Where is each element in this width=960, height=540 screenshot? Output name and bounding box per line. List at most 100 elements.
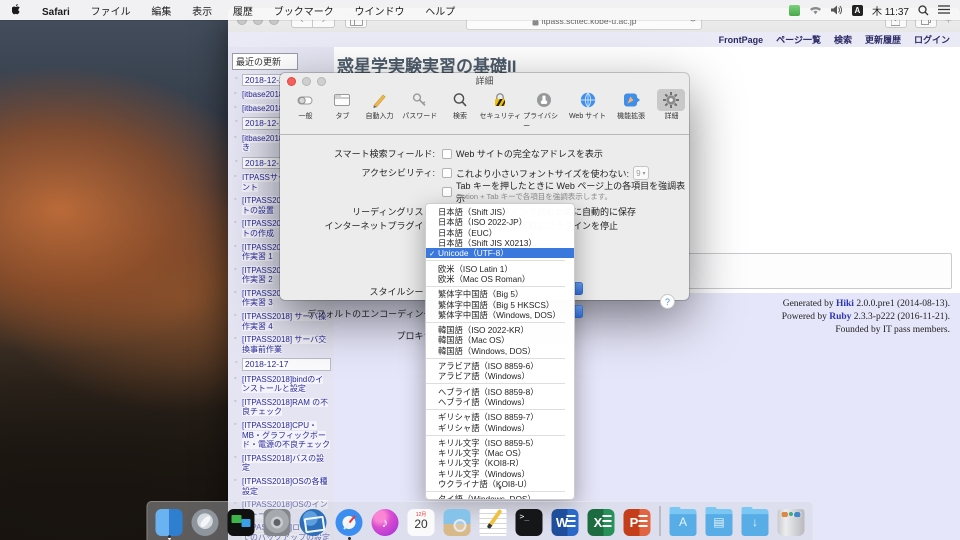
sidebar-entry[interactable]: [ITPASS2018]OSの各種設定 — [242, 477, 331, 496]
encoding-popup-menu: 日本語（Shift JIS） 日本語（ISO 2022-JP） 日本語（EUC）… — [425, 203, 575, 500]
menu-bar-item[interactable]: 表示 — [183, 7, 221, 18]
footer-link[interactable]: Ruby — [829, 312, 851, 322]
itunes-icon[interactable]: ♪ — [372, 509, 399, 536]
dialog-zoom-button[interactable] — [317, 77, 326, 86]
stylesheet-label: スタイルシート: — [280, 285, 435, 298]
preview-icon[interactable] — [444, 509, 471, 536]
menu-bar-item[interactable]: ウインドウ — [345, 7, 413, 18]
thunderbird-icon[interactable] — [300, 509, 327, 536]
encoding-option[interactable]: タイ語（Windows, DOS） — [426, 494, 574, 500]
tab-websites[interactable]: Web サイト — [567, 89, 609, 121]
tab-tabs[interactable]: タブ — [325, 89, 360, 121]
dock-separator[interactable] — [660, 506, 661, 536]
encoding-option[interactable]: 欧米（Mac OS Roman） — [426, 274, 574, 284]
menu-bar-item[interactable]: ヘルプ — [416, 7, 464, 18]
encoding-option[interactable]: ギリシャ語（Windows） — [426, 422, 574, 432]
dock: ♪ 12月 20 >_ W — [147, 501, 814, 540]
powerpoint-icon[interactable]: P — [624, 509, 651, 536]
tabs-icon — [328, 89, 356, 111]
system-preferences-icon[interactable] — [264, 509, 291, 536]
sidebar-title: 最近の更新 — [232, 53, 298, 70]
tiles-app-icon[interactable] — [228, 509, 255, 536]
documents-folder-icon[interactable]: ▤ — [706, 509, 733, 536]
footer-link[interactable]: Hiki — [836, 299, 854, 309]
sidebar-entry[interactable]: [ITPASS2018]bindのインストールと設定 — [242, 375, 331, 394]
encoding-option[interactable]: 繁体字中国語（Windows, DOS） — [426, 310, 574, 320]
applications-folder-icon[interactable]: A — [670, 509, 697, 536]
encoding-option[interactable]: ✓ Unicode（UTF-8） — [426, 248, 574, 258]
advanced-gear-icon — [657, 89, 685, 111]
wiki-nav-link[interactable]: ログイン — [914, 33, 950, 46]
security-lock-icon — [486, 89, 514, 111]
chevron-down-icon: ▾ — [643, 170, 646, 177]
general-icon — [291, 89, 319, 111]
stylesheet-popup-cap[interactable] — [575, 282, 583, 295]
globe-icon — [574, 89, 602, 111]
status-app-icon[interactable] — [789, 5, 800, 16]
menu-bar-item[interactable]: 編集 — [142, 7, 180, 18]
proxy-label: プロキシ: — [280, 329, 435, 342]
menu-bar-item[interactable]: ファイル — [82, 7, 140, 18]
notification-center-icon[interactable] — [938, 5, 950, 15]
menu-bar-item[interactable]: ブックマーク — [265, 7, 343, 18]
dialog-minimize-button[interactable] — [302, 77, 311, 86]
autofill-pencil-icon — [365, 89, 393, 111]
search-icon — [446, 89, 474, 111]
calendar-icon[interactable]: 12月 20 — [408, 509, 435, 536]
min-font-size-checkbox[interactable] — [442, 168, 452, 178]
tab-advanced[interactable]: 詳細 — [654, 89, 689, 121]
wifi-icon[interactable] — [809, 5, 822, 15]
sidebar-entry[interactable]: [ITPASS2018]バスの設定 — [242, 454, 331, 473]
wiki-nav-link[interactable]: FrontPage — [719, 35, 764, 45]
help-button[interactable]: ? — [660, 294, 675, 309]
textedit-icon[interactable] — [480, 509, 507, 536]
smart-search-label: スマート検索フィールド: — [280, 147, 435, 160]
encoding-option[interactable]: 韓国語（Windows, DOS） — [426, 346, 574, 356]
wiki-nav-link[interactable]: 更新履歴 — [865, 33, 901, 46]
finder-icon[interactable] — [156, 509, 183, 536]
launchpad-icon[interactable] — [192, 509, 219, 536]
excel-icon[interactable]: X — [588, 509, 615, 536]
menu-bar-item[interactable]: 履歴 — [224, 7, 262, 18]
sidebar-entry[interactable]: 2018-12-17 — [242, 358, 331, 370]
menu-bar: Safari ファイル 編集 表示 履歴 ブックマーク ウインドウ ヘルプ A … — [0, 0, 960, 20]
font-size-select[interactable]: 9▾ — [633, 166, 648, 180]
dialog-close-button[interactable] — [287, 77, 296, 86]
downloads-folder-icon[interactable]: ↓ — [742, 509, 769, 536]
spotlight-icon[interactable] — [918, 5, 929, 16]
default-encoding-label: デフォルトのエンコーディング: — [280, 307, 435, 320]
menu-bar-item[interactable]: Safari — [33, 7, 79, 18]
tab-passwords[interactable]: パスワード — [399, 89, 441, 121]
terminal-icon[interactable]: >_ — [516, 509, 543, 536]
privacy-icon — [530, 89, 558, 111]
safari-dock-icon[interactable] — [336, 509, 363, 536]
tab-autofill[interactable]: 自動入力 — [362, 89, 397, 121]
encoding-option[interactable]: アラビア語（Windows） — [426, 371, 574, 381]
sidebar-entry[interactable]: [ITPASS2018]RAM の不良チェック — [242, 398, 331, 417]
encoding-option[interactable]: ヘブライ語（Windows） — [426, 397, 574, 407]
volume-icon[interactable] — [831, 5, 843, 15]
reading-list-label: リーディングリスト: — [280, 205, 435, 218]
tab-search[interactable]: 検索 — [443, 89, 478, 121]
dialog-title: 詳細 — [475, 74, 493, 87]
wiki-nav-link[interactable]: 検索 — [834, 33, 852, 46]
trash-icon[interactable] — [778, 509, 805, 536]
apple-menu-icon[interactable] — [12, 4, 23, 17]
input-source-icon[interactable]: A — [852, 5, 863, 16]
accessibility-label: アクセシビリティ: — [280, 166, 435, 179]
tab-general[interactable]: 一般 — [288, 89, 323, 121]
wiki-nav-link[interactable]: ページ一覧 — [776, 33, 821, 46]
extensions-icon — [617, 89, 645, 111]
tab-extensions[interactable]: 機能拡張 — [610, 89, 652, 121]
sidebar-entry[interactable]: [ITPASS2018]CPU・MB・グラフィックボード・電源の不良チェック — [242, 421, 331, 450]
show-full-address-checkbox[interactable] — [442, 149, 452, 159]
tab-security[interactable]: セキュリティ — [480, 89, 522, 121]
key-icon — [406, 89, 434, 111]
menu-scroll-down-arrow[interactable]: ▼ — [425, 486, 575, 492]
menu-bar-clock[interactable]: 木 11:37 — [872, 3, 909, 18]
accessibility-note: Option + Tab キーで各項目を強調表示します。 — [456, 191, 612, 202]
tab-privacy[interactable]: プライバシー — [523, 89, 565, 131]
encoding-popup-cap[interactable] — [575, 305, 583, 318]
wiki-header-nav: FrontPage ページ一覧検索更新履歴ログイン — [228, 32, 960, 47]
word-icon[interactable]: W — [552, 509, 579, 536]
